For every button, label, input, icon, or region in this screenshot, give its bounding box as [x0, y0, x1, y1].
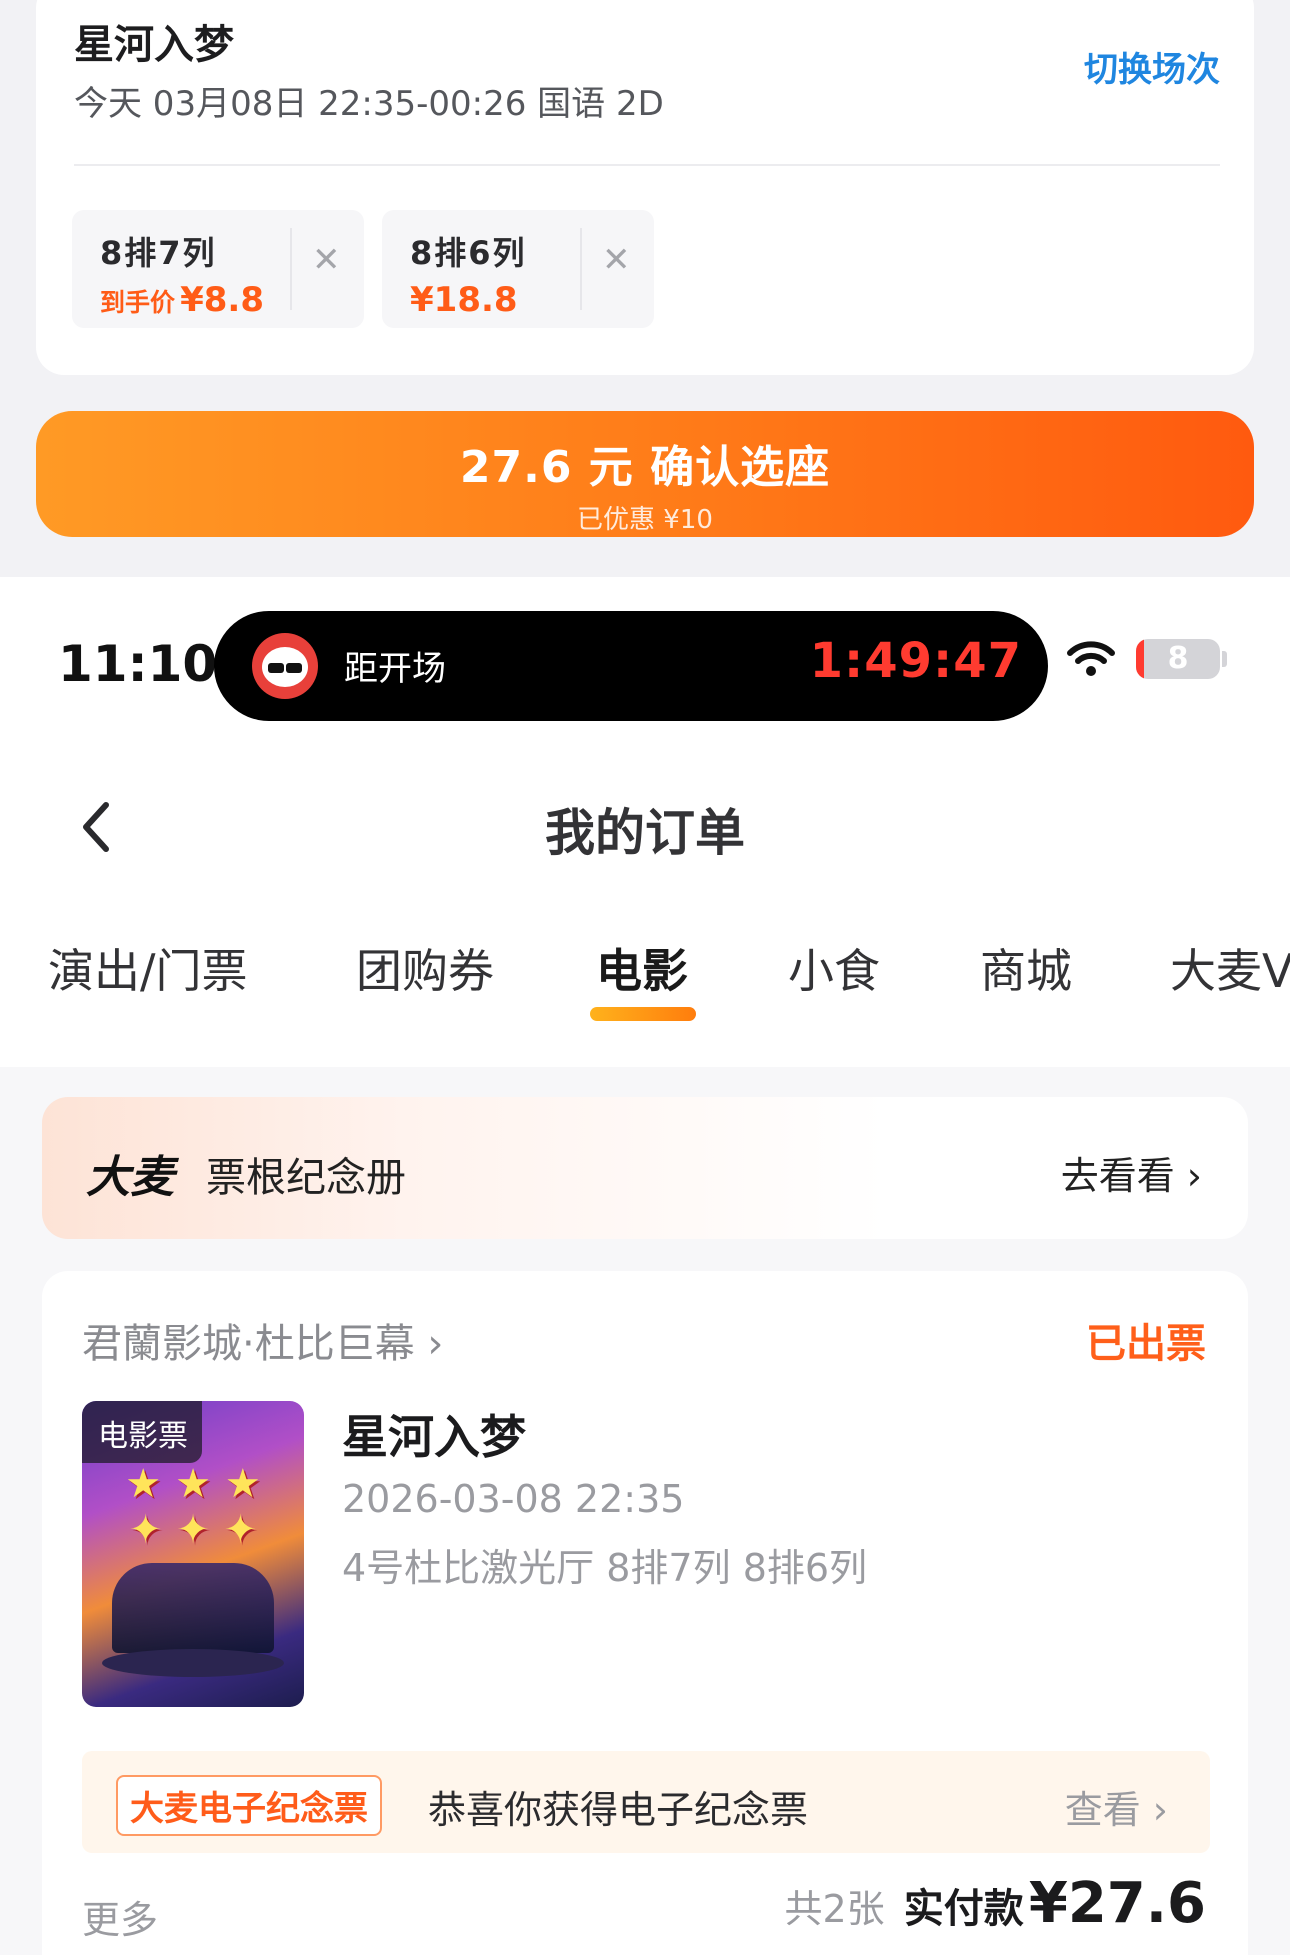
app-logo-icon [252, 633, 318, 699]
status-bar: 11:10 距开场 1:49:47 8 [0, 577, 1290, 757]
go-view-link[interactable]: 去看看 › [1061, 1145, 1202, 1200]
divider [290, 228, 292, 310]
tab-shows[interactable]: 演出/门票 [48, 935, 248, 1001]
tab-group-buy[interactable]: 团购券 [356, 935, 494, 1001]
battery-icon: 8 [1136, 639, 1220, 679]
countdown-timer: 1:49:47 [809, 633, 1022, 689]
selected-seat-chip: 8排7列 到手价 ¥8.8 ✕ [72, 210, 364, 328]
divider [580, 228, 582, 310]
countdown-label: 距开场 [344, 649, 446, 689]
seat-price: ¥18.8 [410, 280, 518, 320]
poster-platform [102, 1649, 284, 1677]
confirm-seat-button[interactable]: 27.6 元 确认选座 已优惠 ¥10 [36, 411, 1254, 537]
order-tabs: 演出/门票 团购券 电影 小食 商城 大麦V [0, 897, 1290, 1067]
seat-price: ¥8.8 [180, 280, 264, 320]
movie-poster[interactable]: ★ ★ ★ ✦ ✦ ✦ 电影票 [82, 1401, 304, 1707]
movie-title: 星河入梦 [74, 22, 234, 68]
order-datetime: 2026-03-08 22:35 [342, 1477, 685, 1521]
showtime-card: 星河入梦 今天 03月08日 22:35-00:26 国语 2D 切换场次 8排… [36, 0, 1254, 375]
status-time: 11:10 [58, 635, 218, 693]
banner-title: 票根纪念册 [206, 1155, 406, 1201]
poster-figures [112, 1563, 274, 1653]
souvenir-ticket-row[interactable]: 大麦电子纪念票 恭喜你获得电子纪念票 查看 › [82, 1751, 1210, 1853]
nav-bar: 我的订单 [0, 757, 1290, 897]
poster-art: ★ ★ ★ ✦ ✦ ✦ [125, 1461, 261, 1553]
page-title: 我的订单 [545, 804, 745, 862]
show-time: 今天 03月08日 22:35-00:26 国语 2D [74, 84, 664, 124]
live-activity-island[interactable]: 距开场 1:49:47 [214, 611, 1048, 721]
active-tab-indicator [590, 1007, 696, 1021]
orders-screen: 11:10 距开场 1:49:47 8 我的订单 演出/门票 团购券 电影 小食… [0, 577, 1290, 1955]
divider [74, 164, 1220, 166]
wifi-icon [1067, 641, 1115, 676]
seat-label: 8排7列 [100, 234, 217, 272]
cinema-link[interactable]: 君蘭影城·杜比巨幕 › [82, 1311, 443, 1369]
order-total: 共2张 实付款 ¥27.6 [784, 1871, 1206, 1936]
tab-damai-vip[interactable]: 大麦V [1170, 935, 1290, 1001]
ticket-count: 共2张 [784, 1887, 885, 1931]
switch-showtime-button[interactable]: 切换场次 [1084, 42, 1220, 91]
order-card[interactable]: 君蘭影城·杜比巨幕 › 已出票 ★ ★ ★ ✦ ✦ ✦ 电影票 星河入梦 2026… [42, 1271, 1248, 1955]
order-hall-seats: 4号杜比激光厅 8排7列 8排6列 [342, 1546, 868, 1590]
tab-mall[interactable]: 商城 [980, 935, 1072, 1001]
tab-snacks[interactable]: 小食 [788, 935, 880, 1001]
souvenir-tag: 大麦电子纪念票 [116, 1775, 382, 1836]
view-souvenir-link[interactable]: 查看 › [1065, 1779, 1168, 1834]
battery-cap [1222, 651, 1227, 667]
brand-logo: 大麦 [86, 1152, 174, 1203]
ticket-stub-album-banner[interactable]: 大麦 票根纪念册 去看看 › [42, 1097, 1248, 1239]
order-movie-title: 星河入梦 [342, 1410, 526, 1464]
tab-movie[interactable]: 电影 [596, 935, 688, 1001]
selected-seat-chip: 8排6列 ¥18.8 ✕ [382, 210, 654, 328]
close-icon[interactable]: ✕ [312, 240, 341, 280]
paid-label: 实付款 [903, 1886, 1024, 1932]
paid-amount: ¥27.6 [1028, 1871, 1206, 1936]
close-icon[interactable]: ✕ [602, 240, 631, 280]
price-label: 到手价 [100, 288, 176, 317]
status-badge: 已出票 [1086, 1321, 1206, 1367]
more-button[interactable]: 更多 [82, 1889, 158, 1944]
confirm-label: 27.6 元 确认选座 [459, 442, 831, 493]
seat-label: 8排6列 [410, 234, 527, 272]
seat-confirm-section: 星河入梦 今天 03月08日 22:35-00:26 国语 2D 切换场次 8排… [0, 0, 1290, 577]
battery-level: 8 [1167, 641, 1189, 676]
poster-badge: 电影票 [82, 1401, 202, 1463]
souvenir-text: 恭喜你获得电子纪念票 [428, 1788, 809, 1832]
discount-note: 已优惠 ¥10 [577, 505, 713, 535]
